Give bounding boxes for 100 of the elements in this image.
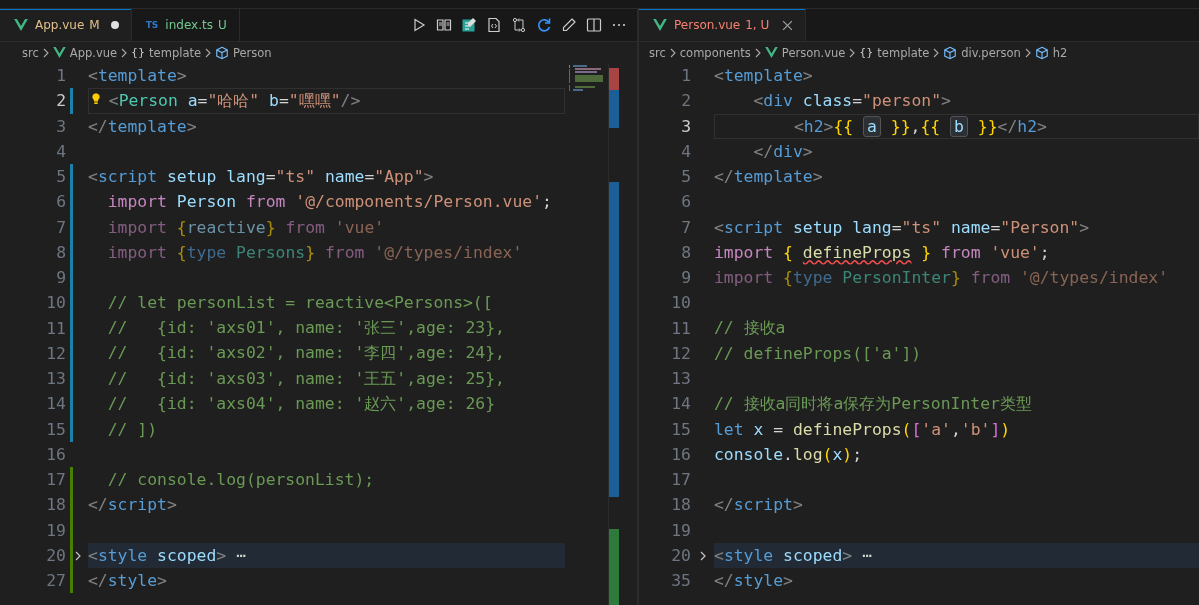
git-status: 1, U xyxy=(745,18,770,32)
code-line: // defineProps(['a']) xyxy=(714,342,923,365)
vue-file-icon xyxy=(52,47,66,58)
tab-label: Person.vue xyxy=(674,18,741,32)
code-file-icon[interactable] xyxy=(486,17,502,33)
line-number: 15 xyxy=(45,419,66,439)
braces-icon: {} xyxy=(859,46,874,59)
line-number: 13 xyxy=(670,369,691,389)
breadcrumb-item[interactable]: Person.vue xyxy=(781,45,846,60)
line-number: 20 xyxy=(45,545,66,565)
line-number: 11 xyxy=(45,318,66,338)
line-number: 6 xyxy=(680,192,691,212)
line-number: 16 xyxy=(670,444,691,464)
vue-file-icon xyxy=(653,19,667,31)
book-icon[interactable] xyxy=(436,17,452,33)
editor-tab[interactable]: Person.vue 1, U xyxy=(639,9,807,41)
chevron-icon xyxy=(121,47,128,58)
code-line: // {id: 'axs03', name: '王五',age: 25}, xyxy=(106,367,506,390)
vue-file-icon xyxy=(764,47,778,58)
notepad-icon[interactable] xyxy=(461,17,477,33)
lightbulb-icon[interactable] xyxy=(91,92,101,107)
line-number: 2 xyxy=(680,91,691,111)
line-number: 17 xyxy=(670,470,691,490)
code-line: </template> xyxy=(88,115,198,138)
code-line: let x = defineProps(['a','b']) xyxy=(714,418,1012,441)
chevron-icon xyxy=(849,47,856,58)
code-line: // console.log(personList); xyxy=(106,469,376,492)
code-line: <template> xyxy=(714,65,814,88)
line-number: 4 xyxy=(55,141,66,161)
code-line: </style> xyxy=(714,570,794,593)
code-line: import {type Persons} from '@/types/index' xyxy=(106,241,524,264)
breadcrumb-item[interactable]: div.person xyxy=(961,45,1021,60)
line-number: 6 xyxy=(55,192,66,212)
code-line: import {reactive} from 'vue' xyxy=(106,216,386,239)
code-line: // 接收a xyxy=(714,317,787,340)
line-number: 5 xyxy=(55,167,66,187)
line-number: 1 xyxy=(55,66,66,86)
code-line: <template> xyxy=(88,65,188,88)
split-editor-icon[interactable] xyxy=(586,17,602,33)
breadcrumb-item[interactable]: src xyxy=(22,45,39,60)
line-number: 9 xyxy=(680,268,691,288)
line-number: 14 xyxy=(670,394,691,414)
refresh-icon[interactable] xyxy=(536,17,552,33)
code-line: <script setup lang="ts" name="App"> xyxy=(88,166,435,189)
chevron-icon[interactable] xyxy=(75,550,81,561)
tab-label: App.vue xyxy=(35,18,85,32)
line-number: 4 xyxy=(680,141,691,161)
line-number: 7 xyxy=(680,217,691,237)
line-number: 8 xyxy=(55,242,66,262)
breadcrumb-item[interactable]: App.vue xyxy=(69,45,118,60)
chevron-icon xyxy=(754,47,761,58)
line-number: 5 xyxy=(680,167,691,187)
cube-icon xyxy=(215,45,229,60)
breadcrumb-item[interactable]: src xyxy=(649,45,666,60)
line-number: 27 xyxy=(45,571,66,591)
vue-file-icon xyxy=(14,19,28,31)
code-line: </div> xyxy=(752,140,814,163)
breadcrumb-item[interactable]: template xyxy=(877,45,930,60)
line-number: 2 xyxy=(55,91,66,111)
chevron-icon[interactable] xyxy=(700,550,706,561)
chevron-icon xyxy=(42,47,49,58)
compare-changes-icon[interactable] xyxy=(511,17,527,33)
code-line: // {id: 'axs04', name: '赵六',age: 26} xyxy=(106,392,496,415)
line-number: 14 xyxy=(45,394,66,414)
line-number: 20 xyxy=(670,545,691,565)
line-number: 19 xyxy=(45,520,66,540)
editor-tab[interactable]: App.vue M xyxy=(0,9,132,41)
close-icon[interactable] xyxy=(782,19,794,31)
run-icon[interactable] xyxy=(411,17,427,33)
line-number: 12 xyxy=(670,343,691,363)
line-number: 13 xyxy=(45,369,66,389)
breadcrumb-item[interactable]: h2 xyxy=(1052,45,1068,60)
unsaved-dot-icon xyxy=(110,21,119,29)
cube-icon xyxy=(943,45,958,60)
code-line: // 接收a同时将a保存为PersonInter类型 xyxy=(714,392,1033,415)
pencil-icon[interactable] xyxy=(561,17,577,33)
code-line: import {type PersonInter} from '@/types/index' xyxy=(714,267,1170,290)
line-number: 18 xyxy=(45,495,66,515)
code-line: </style> xyxy=(88,570,168,593)
code-line: import Person from '@/components/Person.vue'; xyxy=(106,191,553,214)
code-line: // ]) xyxy=(106,418,159,441)
line-number: 7 xyxy=(55,217,66,237)
line-number: 3 xyxy=(680,116,691,136)
breadcrumb-item[interactable]: Person xyxy=(233,45,272,60)
code-line: // let personList = reactive<Persons>([ xyxy=(106,292,494,315)
code-line: console.log(x); xyxy=(714,443,864,466)
breadcrumb-item[interactable]: template xyxy=(149,45,201,60)
code-line: </script> xyxy=(88,494,178,517)
breadcrumb-item[interactable]: components xyxy=(679,45,751,60)
line-number: 9 xyxy=(55,268,66,288)
git-status: U xyxy=(217,18,227,32)
code-line: import { defineProps } from 'vue'; xyxy=(714,241,1051,264)
chevron-icon xyxy=(205,47,211,58)
braces-icon: {} xyxy=(131,46,146,59)
cube-icon xyxy=(1034,45,1049,60)
code-line: <div class="person"> xyxy=(752,90,952,113)
line-number: 11 xyxy=(670,318,691,338)
code-line: // {id: 'axs02', name: '李四',age: 24}, xyxy=(106,342,506,365)
code-line: </template> xyxy=(714,166,824,189)
line-number: 18 xyxy=(670,495,691,515)
